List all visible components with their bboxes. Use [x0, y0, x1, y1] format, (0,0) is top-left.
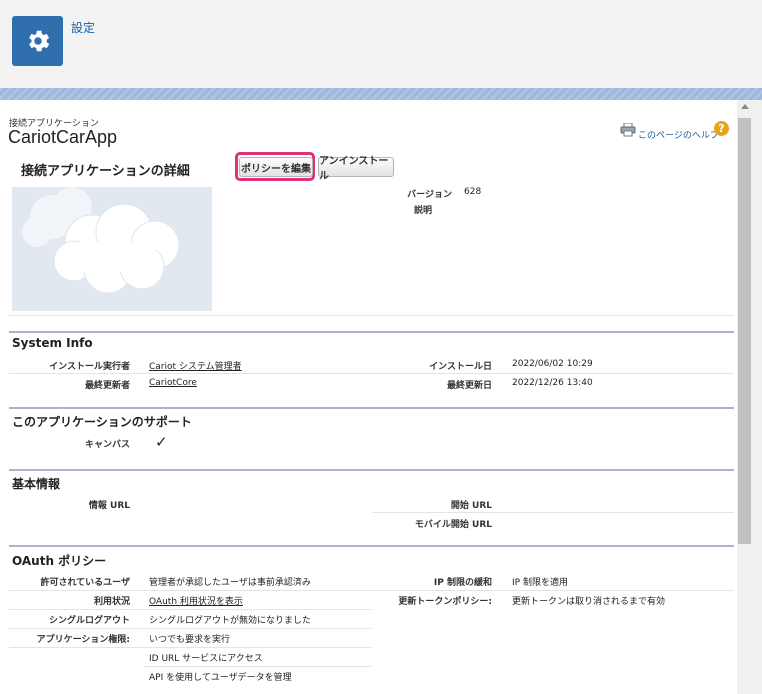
scroll-up-arrow-icon[interactable]: [741, 104, 749, 109]
install-date-label: インストール日: [429, 362, 492, 372]
detail-section-title: 接続アプリケーションの詳細: [21, 164, 190, 179]
help-link-group[interactable]: このページのヘルプ: [620, 120, 719, 141]
last-modified-by-label: 最終更新者: [84, 381, 130, 391]
row-divider: [9, 647, 371, 648]
main-content: 接続アプリケーション CariotCarApp このページのヘルプ ? 接続アプ…: [0, 100, 737, 694]
last-modified-by-link[interactable]: CariotCore: [149, 378, 197, 388]
support-section-title: このアプリケーションのサポート: [12, 415, 192, 429]
permitted-users-label: 許可されているユーザ: [40, 578, 130, 588]
app-permission-item: ID URL サービスにアクセス: [149, 654, 263, 664]
permitted-users-value: 管理者が承認したユーザは事前承認済み: [149, 578, 311, 588]
setup-header: 設定: [0, 0, 762, 88]
basic-info-title: 基本情報: [12, 477, 61, 491]
section-border: [9, 331, 734, 333]
row-divider: [9, 628, 371, 629]
row-divider: [9, 590, 734, 591]
gear-icon[interactable]: [12, 16, 63, 66]
single-logout-value: シングルログアウトが無効になりました: [149, 616, 312, 626]
uninstall-button[interactable]: アンインストール: [318, 156, 394, 182]
system-info-title: System Info: [12, 336, 93, 350]
section-border: [9, 407, 734, 409]
installed-by-label: インストール実行者: [49, 362, 130, 372]
refresh-policy-label: 更新トークンポリシー:: [398, 597, 492, 607]
divider: [9, 315, 734, 316]
row-divider: [9, 373, 734, 374]
usage-link[interactable]: OAuth 利用状況を表示: [149, 594, 243, 607]
help-link[interactable]: このページのヘルプ: [638, 128, 719, 141]
mobile-start-url-label: モバイル開始 URL: [414, 520, 492, 530]
canvas-label: キャンバス: [84, 440, 130, 450]
scrollbar-thumb[interactable]: [738, 118, 751, 544]
refresh-policy-value: 更新トークンは取り消されるまで有効: [512, 597, 666, 607]
start-url-label: 開始 URL: [450, 501, 492, 511]
app-permission-item: API を使用してユーザデータを管理: [149, 673, 292, 683]
app-permission-item: いつでも要求を実行: [149, 635, 231, 645]
usage-label: 利用状況: [93, 597, 130, 607]
section-border: [9, 545, 734, 547]
edit-policy-button[interactable]: ポリシーを編集: [239, 157, 313, 177]
canvas-checkmark-icon: ✓: [155, 433, 168, 451]
single-logout-label: シングルログアウト: [48, 616, 130, 626]
info-url-label: 情報 URL: [88, 501, 130, 511]
page-title: CariotCarApp: [8, 127, 118, 147]
oauth-policy-title: OAuth ポリシー: [12, 554, 107, 568]
version-label: バージョン: [407, 190, 452, 200]
row-divider: [9, 609, 371, 610]
last-modified-date-label: 最終更新日: [446, 381, 492, 391]
row-divider: [372, 512, 734, 513]
description-label: 説明: [413, 206, 432, 216]
last-modified-date-value: 2022/12/26 13:40: [512, 378, 593, 388]
section-border: [9, 469, 734, 471]
decorative-band: [0, 88, 762, 100]
help-question-icon[interactable]: ?: [714, 121, 729, 136]
row-divider: [144, 666, 371, 667]
install-date-value: 2022/06/02 10:29: [512, 359, 593, 369]
app-permissions-label: アプリケーション権限:: [36, 635, 130, 645]
ip-relax-value: IP 制限を適用: [512, 578, 568, 588]
app-logo: [12, 187, 212, 311]
version-value: 628: [464, 187, 482, 197]
installed-by-link[interactable]: Cariot システム管理者: [149, 359, 242, 372]
ip-relax-label: IP 制限の緩和: [433, 578, 492, 588]
printer-icon[interactable]: [620, 122, 636, 141]
setup-title[interactable]: 設定: [71, 19, 95, 36]
